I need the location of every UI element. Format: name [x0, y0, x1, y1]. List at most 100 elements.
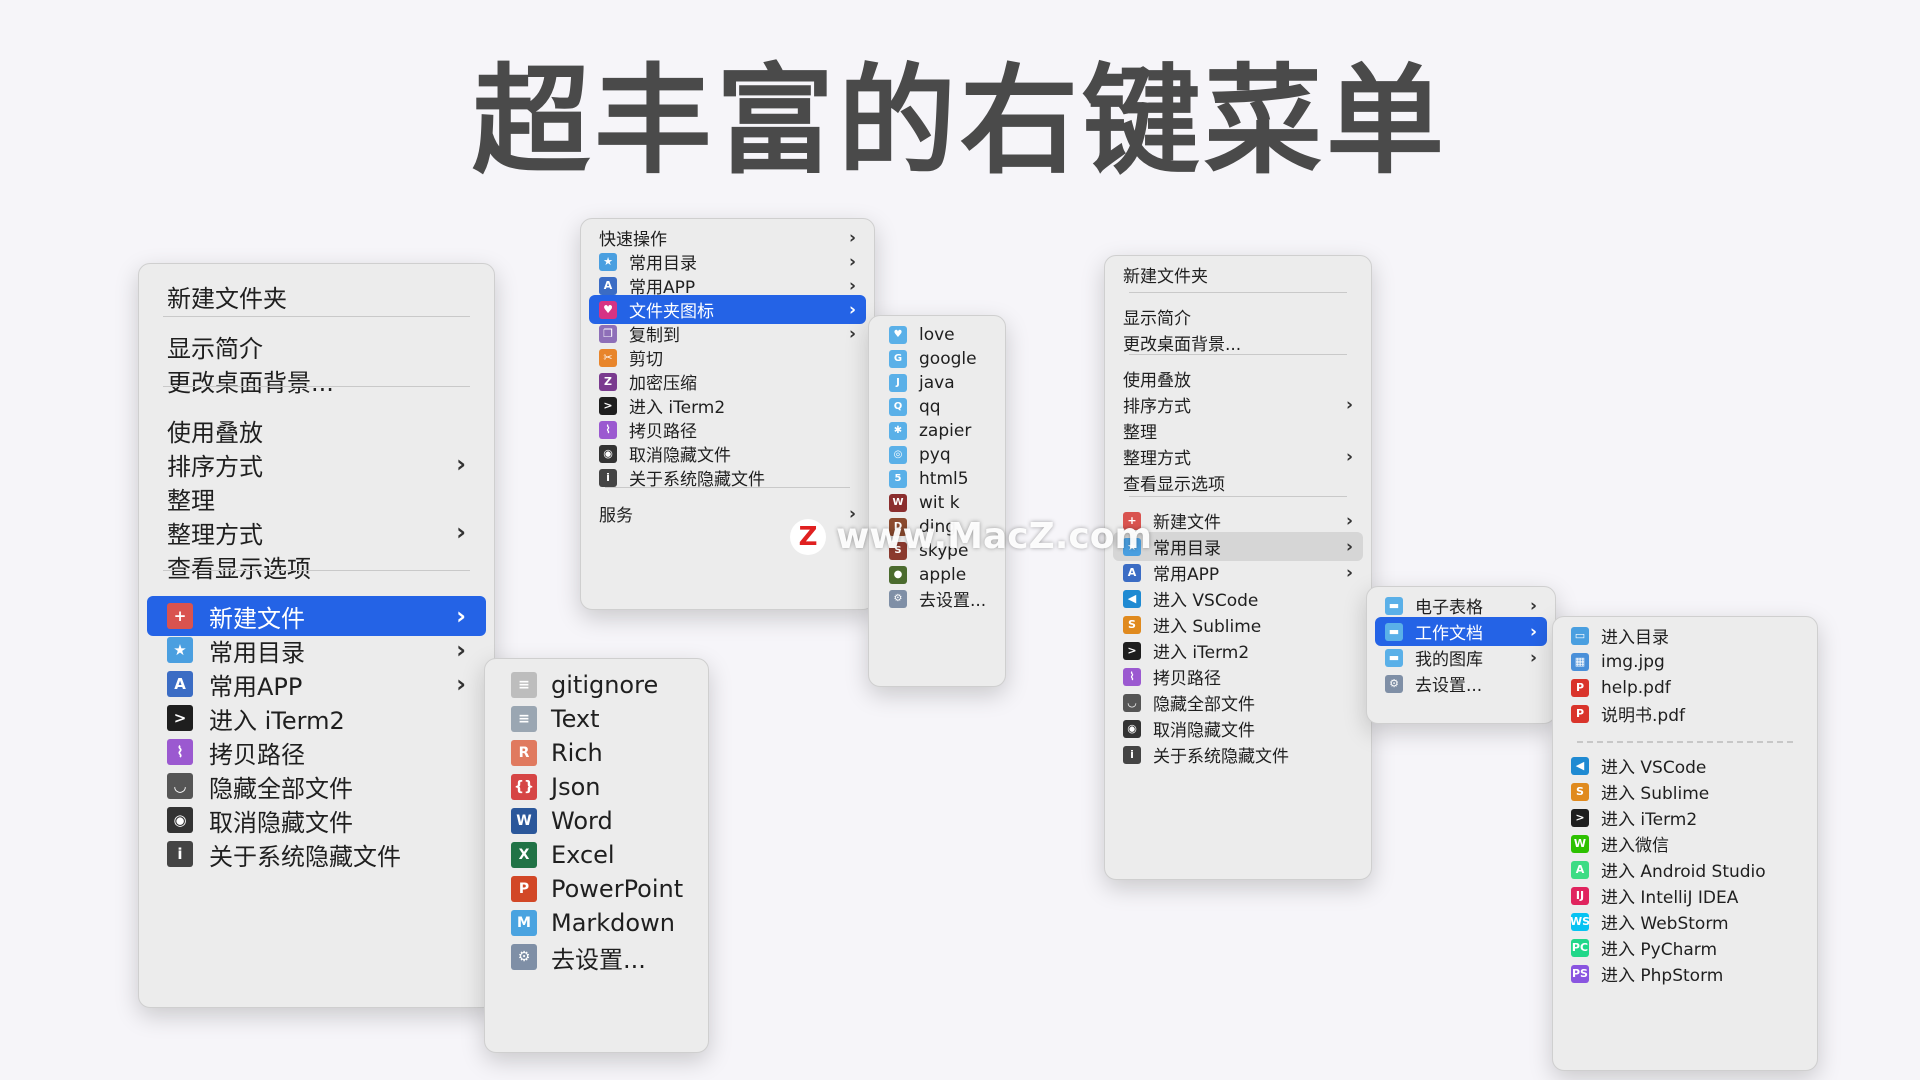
android-studio-icon: A	[1571, 860, 1589, 879]
menu5-item-6[interactable]: 整理方式 ›	[1113, 442, 1363, 471]
macz-logo-icon: Z	[790, 518, 826, 555]
menu7-item-7[interactable]: W 进入微信	[1561, 829, 1809, 858]
menu-item-label: 关于系统隐藏文件	[1153, 747, 1289, 767]
menu5-item-5[interactable]: 整理	[1113, 416, 1363, 445]
menu-item-label: apple	[919, 564, 967, 585]
menu-item-label: Excel	[551, 841, 615, 869]
menu1-item-15[interactable]: i 关于系统隐藏文件	[147, 834, 486, 874]
info-icon: i	[167, 841, 193, 867]
menu7-item-0[interactable]: ▭ 进入目录	[1561, 621, 1809, 650]
menu6-item-2[interactable]: ▬ 我的图库 ›	[1375, 643, 1547, 672]
chevron-right-icon: ›	[1345, 562, 1353, 583]
menu1-item-0[interactable]: 新建文件夹	[147, 276, 486, 316]
folder-icon: ▬	[1385, 596, 1403, 615]
menu5-item-10[interactable]: A 常用APP ›	[1113, 558, 1363, 587]
menu5-item-14[interactable]: ⌇ 拷贝路径	[1113, 662, 1363, 691]
menu-item-label: 电子表格	[1415, 598, 1483, 618]
folder-html5-icon: 5	[889, 469, 907, 488]
eye-closed-icon: ◡	[1123, 693, 1141, 712]
menu5-item-1[interactable]: 显示简介	[1113, 302, 1363, 331]
menu7-item-6[interactable]: > 进入 iTerm2	[1561, 803, 1809, 832]
menu1-item-7[interactable]: 查看显示选项	[147, 546, 486, 586]
menu5-item-11[interactable]: ◀ 进入 VSCode	[1113, 584, 1363, 613]
menu-item-label: Markdown	[551, 909, 675, 937]
menu-item-label: 进入 VSCode	[1601, 758, 1707, 778]
chevron-right-icon: ›	[848, 275, 856, 296]
menu5-item-0[interactable]: 新建文件夹	[1113, 260, 1363, 289]
menu7-item-9[interactable]: IJ 进入 IntelliJ IDEA	[1561, 881, 1809, 910]
menu5-item-2[interactable]: 更改桌面背景...	[1113, 328, 1363, 357]
menu7-item-4[interactable]: ◀ 进入 VSCode	[1561, 751, 1809, 780]
folder-qq-icon: Q	[889, 397, 907, 416]
folder-apple-icon: ●	[889, 565, 907, 584]
chevron-right-icon: ›	[456, 670, 466, 698]
menu7-item-8[interactable]: A 进入 Android Studio	[1561, 855, 1809, 884]
menu6-item-3[interactable]: ⚙ 去设置...	[1375, 669, 1547, 698]
menu-item-label: 说明书.pdf	[1601, 706, 1685, 726]
menu5-item-16[interactable]: ◉ 取消隐藏文件	[1113, 714, 1363, 743]
menu-item-label: 进入 IntelliJ IDEA	[1601, 888, 1739, 908]
menu-item-label: 去设置...	[919, 591, 987, 611]
menu7-item-10[interactable]: WS 进入 WebStorm	[1561, 907, 1809, 936]
menu-separator	[605, 487, 850, 488]
chevron-right-icon: ›	[1345, 536, 1353, 557]
menu-item-label: 常用APP	[1153, 565, 1220, 585]
menu-item-label: PowerPoint	[551, 875, 684, 903]
eye-icon: ◉	[599, 444, 617, 463]
chevron-right-icon: ›	[848, 251, 856, 272]
menu-separator	[163, 570, 470, 571]
menu-item-label: 我的图库	[1415, 650, 1483, 670]
terminal-icon: >	[1571, 808, 1589, 827]
menu5-item-3[interactable]: 使用叠放	[1113, 364, 1363, 393]
menu-item-label: 整理	[167, 486, 215, 515]
menu-separator	[1129, 354, 1347, 355]
folder-open-icon: ▭	[1571, 626, 1589, 645]
menu7-item-2[interactable]: Phelp.pdf	[1561, 673, 1809, 702]
chevron-right-icon: ›	[456, 518, 466, 546]
menu-item-label: 进入目录	[1601, 628, 1669, 648]
menu-item-label: 新建文件夹	[167, 284, 287, 313]
menu-item-label: 整理方式	[1123, 449, 1191, 469]
chevron-right-icon: ›	[1345, 446, 1353, 467]
menu7-item-3[interactable]: P 说明书.pdf	[1561, 699, 1809, 728]
menu-item-label: 进入 iTerm2	[209, 706, 345, 735]
menu2-item-8[interactable]: ⚙ 去设置...	[493, 937, 700, 977]
menu6-item-0[interactable]: ▬ 电子表格 ›	[1375, 591, 1547, 620]
chevron-right-icon: ›	[1345, 394, 1353, 415]
menu-item-label: 显示简介	[167, 334, 263, 363]
gear-icon: ⚙	[1385, 674, 1403, 693]
menu-item-label: 排序方式	[167, 452, 263, 481]
menu5-item-4[interactable]: 排序方式 ›	[1113, 390, 1363, 419]
folder-icon: ▬	[1385, 622, 1403, 641]
eye-icon: ◉	[167, 807, 193, 833]
menu5-item-17[interactable]: i 关于系统隐藏文件	[1113, 740, 1363, 769]
context-menu-right: 新建文件夹 显示简介 更改桌面背景... 使用叠放 排序方式 › 整理 整理方式 › 查看显示选项…	[1104, 255, 1372, 880]
app-store-icon: A	[1123, 563, 1141, 582]
eye-icon: ◉	[1123, 719, 1141, 738]
menu-item-label: 拷贝路径	[1153, 669, 1221, 689]
menu4-item-11[interactable]: ⚙ 去设置...	[877, 584, 997, 613]
new-file-submenu: ≡ gitignore ≡ Text R Rich {} Json W Word X Excel P Po…	[484, 658, 709, 1053]
pdf-icon: P	[1571, 678, 1589, 697]
menu7-item-12[interactable]: PS 进入 PhpStorm	[1561, 959, 1809, 988]
menu5-item-12[interactable]: S 进入 Sublime	[1113, 610, 1363, 639]
menu7-item-5[interactable]: S 进入 Sublime	[1561, 777, 1809, 806]
menu7-item-1[interactable]: ▦ img.jpg	[1561, 647, 1809, 676]
menu5-item-7[interactable]: 查看显示选项	[1113, 468, 1363, 497]
menu-item-label: 新建文件	[1153, 513, 1221, 533]
menu-item-label: html5	[919, 468, 969, 489]
info-icon: i	[1123, 745, 1141, 764]
common-directory-submenu: ▬ 电子表格 › ▬ 工作文档 › ▬ 我的图库 › ⚙ 去设置...	[1366, 586, 1556, 724]
menu-item-label: 新建文件	[209, 604, 305, 633]
menu7-item-11[interactable]: PC 进入 PyCharm	[1561, 933, 1809, 962]
folder-heart-icon: ♥	[599, 300, 617, 319]
folder-zapier-icon: ✱	[889, 421, 907, 440]
menu6-item-1[interactable]: ▬ 工作文档 ›	[1375, 617, 1547, 646]
menu5-item-13[interactable]: > 进入 iTerm2	[1113, 636, 1363, 665]
menu-item-label: pyq	[919, 444, 951, 465]
folder-pyq-icon: ◎	[889, 445, 907, 464]
menu-item-label: 排序方式	[1123, 397, 1191, 417]
menu1-item-2[interactable]: 更改桌面背景...	[147, 360, 486, 400]
menu5-item-15[interactable]: ◡ 隐藏全部文件	[1113, 688, 1363, 717]
gitignore-file-icon: ≡	[511, 672, 537, 698]
